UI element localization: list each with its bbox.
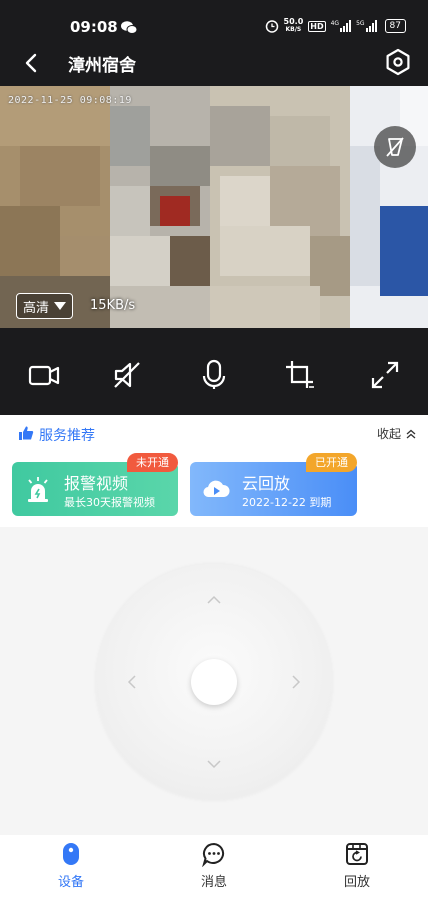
video-controls xyxy=(0,328,428,415)
device-icon xyxy=(63,843,79,865)
chevron-up-double-icon xyxy=(406,429,416,438)
alarm-siren-icon xyxy=(28,477,48,502)
arrow-down-icon[interactable] xyxy=(204,754,224,774)
thumbs-up-icon xyxy=(19,426,34,440)
hide-controls-button[interactable] xyxy=(374,126,416,168)
cloud-playback-card[interactable]: 云回放 2022-12-22 到期 已开通 xyxy=(190,453,357,516)
hd-badge: HD xyxy=(308,20,326,32)
crop-screenshot-icon[interactable] xyxy=(283,358,317,392)
services-section: 服务推荐 收起 报警视频 最长30天报警视频 未开通 云回放 2022-12-2… xyxy=(0,415,428,527)
camera-feed-image xyxy=(0,86,428,328)
status-indicators: 50.0 KB/S HD 4G 5G 87 xyxy=(265,18,406,34)
playback-icon xyxy=(346,843,368,865)
signal-2-icon: 5G xyxy=(356,20,377,32)
record-video-icon[interactable] xyxy=(27,358,61,392)
fullscreen-icon[interactable] xyxy=(368,358,402,392)
ptz-direction-pad[interactable] xyxy=(96,564,332,800)
arrow-up-icon[interactable] xyxy=(204,590,224,610)
battery-indicator: 87 xyxy=(384,19,406,33)
status-time: 09:08 xyxy=(70,18,118,36)
microphone-icon[interactable] xyxy=(197,358,231,392)
signal-1-icon: 4G xyxy=(331,20,352,32)
alarm-video-title: 报警视频 xyxy=(64,474,129,493)
cloud-playback-title: 云回放 xyxy=(242,474,291,493)
quality-label: 高清 xyxy=(23,300,50,316)
activated-badge: 已开通 xyxy=(306,453,357,472)
nav-item-messages[interactable]: 消息 xyxy=(174,841,254,890)
arrow-left-icon[interactable] xyxy=(122,672,142,692)
not-activated-badge: 未开通 xyxy=(127,453,178,472)
ptz-control-area xyxy=(0,527,428,835)
quality-selector[interactable]: 高清 xyxy=(16,293,74,319)
alarm-video-subtitle: 最长30天报警视频 xyxy=(64,496,155,509)
app-bar: 漳州宿舍 xyxy=(0,40,428,86)
net-speed: 50.0 KB/S xyxy=(283,17,304,34)
pen-off-icon xyxy=(386,137,404,157)
nav-item-device[interactable]: 设备 xyxy=(31,841,111,890)
video-timestamp: 2022-11-25 09:08:19 xyxy=(8,95,132,106)
status-bar: 09:08 50.0 KB/S HD 4G 5G 87 xyxy=(0,0,428,40)
live-video-view[interactable]: 2022-11-25 09:08:19 高清 15KB/s xyxy=(0,86,428,328)
alarm-icon xyxy=(265,20,278,33)
wechat-icon xyxy=(121,21,137,34)
collapse-button[interactable]: 收起 xyxy=(377,425,416,442)
settings-hexagon-icon[interactable] xyxy=(382,46,414,78)
back-arrow-icon[interactable] xyxy=(18,49,46,77)
bottom-navigation: 设备 消息 回放 xyxy=(0,835,428,900)
alarm-video-card[interactable]: 报警视频 最长30天报警视频 未开通 xyxy=(12,453,178,516)
caret-down-icon xyxy=(54,302,67,310)
page-title: 漳州宿舍 xyxy=(68,56,136,76)
arrow-right-icon[interactable] xyxy=(286,672,306,692)
cloud-playback-expiry: 2022-12-22 到期 xyxy=(242,496,332,509)
speaker-mute-icon[interactable] xyxy=(110,358,144,392)
bitrate-label: 15KB/s xyxy=(90,298,136,313)
ptz-center-knob[interactable] xyxy=(191,659,237,705)
cloud-play-icon xyxy=(203,480,230,498)
nav-item-playback[interactable]: 回放 xyxy=(317,841,397,890)
message-icon xyxy=(202,842,225,867)
services-title: 服务推荐 xyxy=(39,428,95,444)
